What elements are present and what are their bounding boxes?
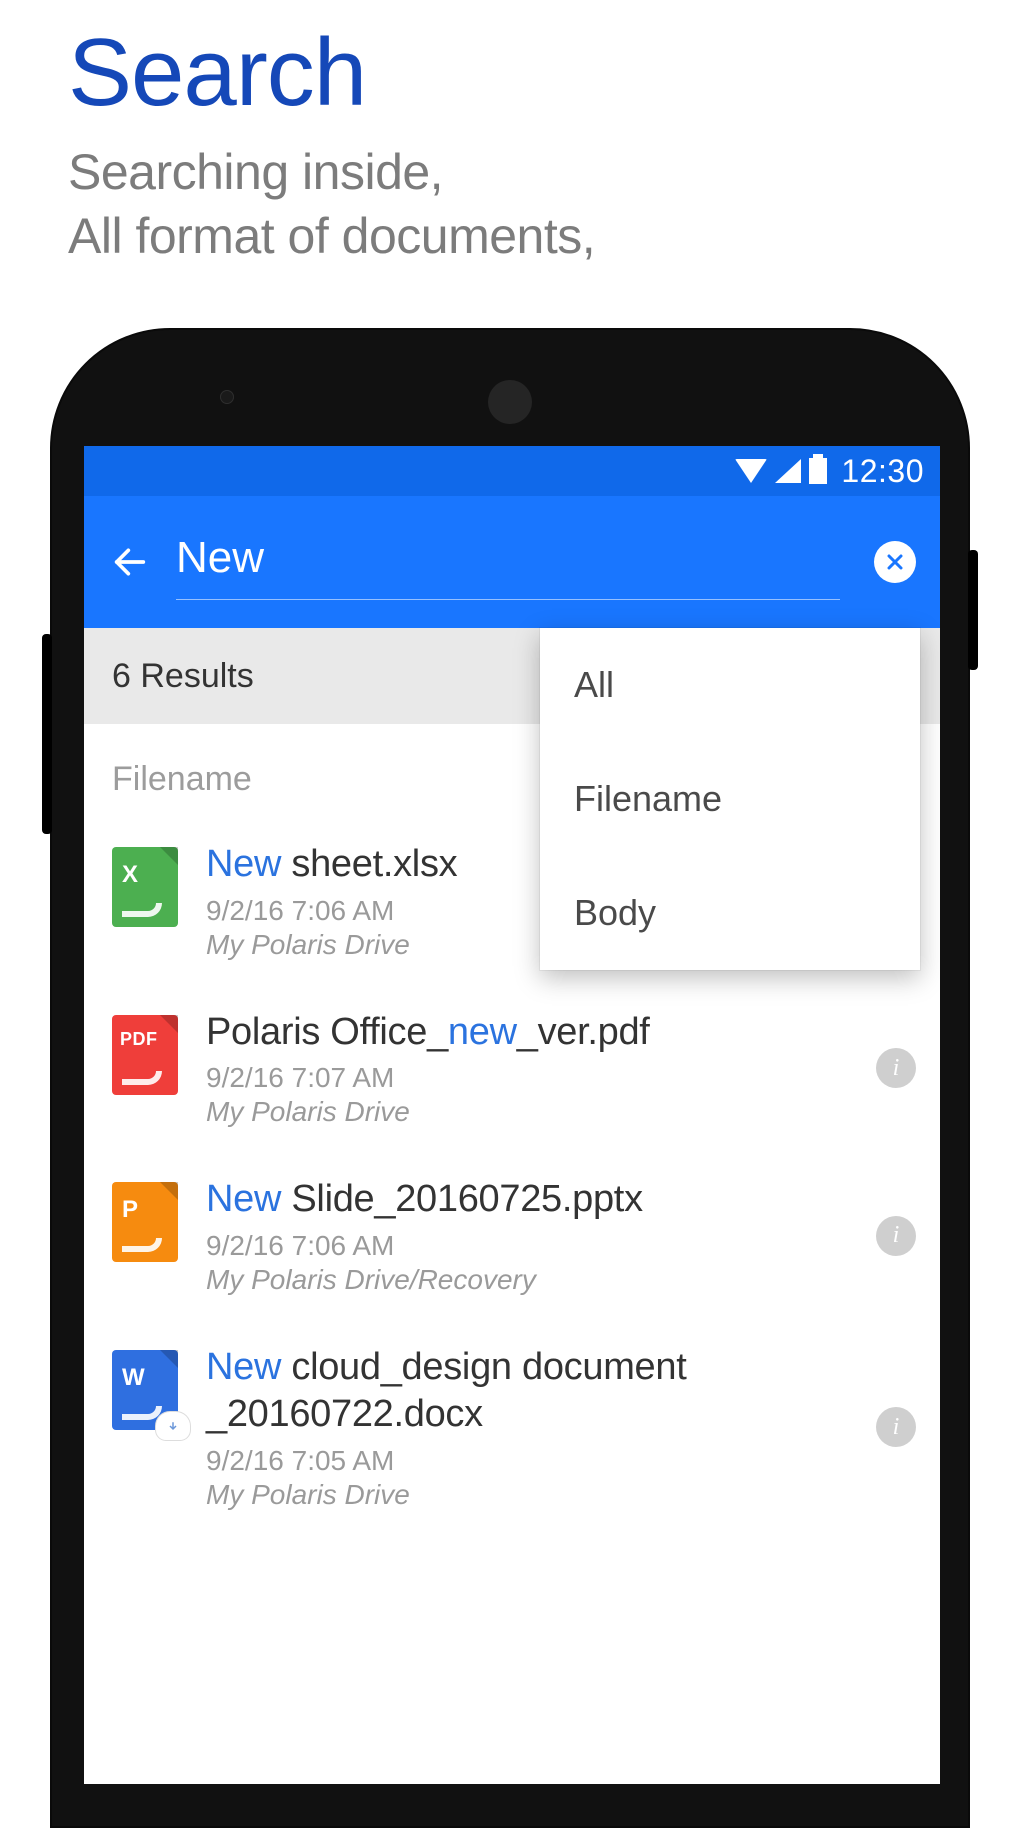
phone-frame: 12:30 6 Results Filename XNew sheet.xlsx…: [50, 328, 970, 1828]
results-count: 6 Results: [112, 657, 254, 696]
docx-file-icon: W: [112, 1350, 178, 1430]
clock: 12:30: [841, 453, 924, 490]
search-app-bar: [84, 496, 940, 628]
file-item[interactable]: P New Slide_20160725.pptx 9/2/16 7:06 AMMy…: [84, 1152, 940, 1320]
filter-option-body[interactable]: Body: [540, 856, 920, 970]
filter-option-filename[interactable]: Filename: [540, 742, 920, 856]
cell-signal-icon: [775, 459, 801, 483]
file-title: New Slide_20160725.pptx: [206, 1176, 848, 1224]
file-title: Polaris Office_new_ver.pdf: [206, 1009, 848, 1057]
file-date: 9/2/16 7:07 AM: [206, 1062, 848, 1094]
status-bar: 12:30: [84, 446, 940, 496]
file-date: 9/2/16 7:05 AM: [206, 1445, 848, 1477]
promo-line1: Searching inside,: [68, 140, 1020, 204]
file-title: New cloud_design document _20160722.docx: [206, 1344, 848, 1439]
file-meta: New cloud_design document _20160722.docx…: [206, 1344, 848, 1511]
file-location: My Polaris Drive: [206, 1479, 848, 1511]
phone-screen: 12:30 6 Results Filename XNew sheet.xlsx…: [84, 446, 940, 1784]
phone-sensor: [220, 390, 234, 404]
file-info-button[interactable]: i: [876, 1048, 916, 1088]
promo-line2: All format of documents,: [68, 204, 1020, 268]
file-meta: Polaris Office_new_ver.pdf 9/2/16 7:07 AM…: [206, 1009, 848, 1129]
file-location: My Polaris Drive/Recovery: [206, 1264, 848, 1296]
close-icon: [883, 550, 907, 574]
cloud-download-icon: [156, 1412, 190, 1440]
file-info-button[interactable]: i: [876, 1216, 916, 1256]
search-field[interactable]: [176, 525, 840, 600]
search-input[interactable]: [176, 525, 840, 600]
file-location: My Polaris Drive: [206, 1096, 848, 1128]
promo-subtitle: Searching inside, All format of document…: [68, 140, 1020, 268]
back-button[interactable]: [108, 540, 152, 584]
battery-icon: [809, 458, 827, 484]
xlsx-file-icon: X: [112, 847, 178, 927]
file-item[interactable]: W New cloud_design document _20160722.doc…: [84, 1320, 940, 1535]
volume-button: [42, 634, 52, 834]
arrow-left-icon: [110, 542, 150, 582]
filter-option-all[interactable]: All: [540, 628, 920, 742]
file-item[interactable]: PDF Polaris Office_new_ver.pdf 9/2/16 7:07…: [84, 985, 940, 1153]
file-info-button[interactable]: i: [876, 1407, 916, 1447]
clear-search-button[interactable]: [874, 541, 916, 583]
filter-dropdown[interactable]: AllFilenameBody: [540, 628, 920, 970]
pptx-file-icon: P: [112, 1182, 178, 1262]
promo-title: Search: [68, 18, 1020, 128]
phone-camera: [488, 380, 532, 424]
wifi-icon: [735, 459, 767, 483]
file-meta: New Slide_20160725.pptx 9/2/16 7:06 AMMy …: [206, 1176, 848, 1296]
power-button: [968, 550, 978, 670]
file-date: 9/2/16 7:06 AM: [206, 1230, 848, 1262]
pdf-file-icon: PDF: [112, 1015, 178, 1095]
